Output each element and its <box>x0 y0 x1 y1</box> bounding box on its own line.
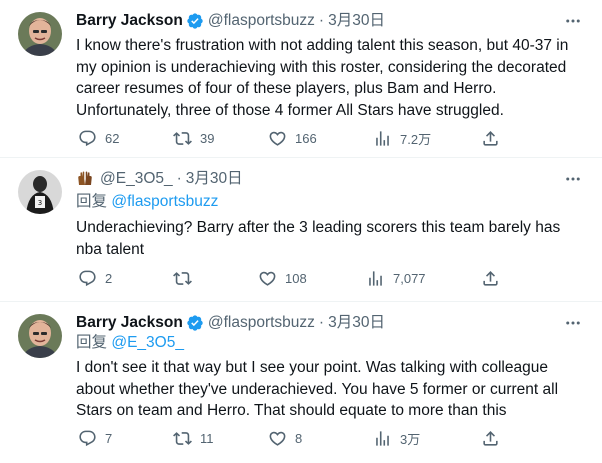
timestamp[interactable]: 3月30日 <box>328 313 385 333</box>
more-options-button[interactable] <box>562 10 584 32</box>
tweet-text: I don't see it that way but I see your p… <box>76 359 559 419</box>
svg-text:3: 3 <box>38 199 42 207</box>
reply-icon <box>79 270 96 286</box>
avatar[interactable] <box>18 314 62 358</box>
reply-button[interactable]: 62 <box>78 126 119 150</box>
avatar[interactable] <box>18 12 62 56</box>
tweet-header: @E_3O5_ · 3月30日 <box>76 169 243 189</box>
reply-mention-link[interactable]: @flasportsbuzz <box>111 193 218 210</box>
author-handle[interactable]: @flasportsbuzz <box>208 313 315 333</box>
like-count: 108 <box>285 270 307 286</box>
views-count: 7.2万 <box>400 131 432 147</box>
reply-icon <box>79 130 96 146</box>
reply-count: 7 <box>105 430 113 446</box>
timestamp[interactable]: 3月30日 <box>328 11 385 31</box>
retweet-count: 39 <box>200 130 215 146</box>
views-count: 3万 <box>400 431 421 447</box>
separator-dot: · <box>176 170 182 187</box>
retweet-button[interactable] <box>173 266 200 290</box>
share-button[interactable] <box>481 126 500 150</box>
views-count: 7,077 <box>393 270 426 286</box>
retweet-icon <box>173 131 192 145</box>
tweet[interactable]: Barry Jackson @flasportsbuzz · 3月30日 回复 … <box>0 302 602 463</box>
avatar[interactable]: 3 <box>18 170 62 214</box>
separator-dot: · <box>318 314 325 331</box>
share-icon <box>483 130 498 146</box>
tweet-text: I know there's frustration with not addi… <box>76 37 569 119</box>
reply-button[interactable]: 7 <box>78 426 112 450</box>
share-icon <box>483 270 498 286</box>
author-handle[interactable]: @E_3O5_ <box>100 169 173 189</box>
retweet-button[interactable]: 11 <box>173 426 214 450</box>
heart-icon <box>269 431 286 446</box>
verified-badge-icon <box>187 13 203 29</box>
retweet-count: 11 <box>200 430 214 446</box>
tweet-actions: 2 108 7,077 <box>68 266 518 290</box>
tweet-text: Underachieving? Barry after the 3 leadin… <box>76 219 561 258</box>
reply-prefix: 回复 <box>76 334 108 351</box>
tweet[interactable]: Barry Jackson @flasportsbuzz · 3月30日 I k… <box>0 0 602 158</box>
replying-to: 回复 @flasportsbuzz <box>76 192 218 212</box>
retweet-icon <box>173 431 192 445</box>
raised-hands-emoji-icon <box>76 170 94 188</box>
more-options-button[interactable] <box>562 168 584 190</box>
more-icon <box>566 19 580 23</box>
views-button[interactable]: 7,077 <box>366 266 426 290</box>
replying-to: 回复 @E_3O5_ <box>76 333 184 353</box>
analytics-icon <box>369 270 382 286</box>
author-name[interactable]: Barry Jackson <box>76 313 183 333</box>
tweet-actions: 62 39 166 7.2万 <box>68 126 518 150</box>
more-icon <box>566 177 580 181</box>
more-icon <box>566 321 580 325</box>
author-name[interactable]: Barry Jackson <box>76 11 183 31</box>
reply-icon <box>79 430 96 446</box>
like-button[interactable]: 108 <box>258 266 307 290</box>
share-icon <box>483 430 498 446</box>
like-button[interactable]: 8 <box>268 426 302 450</box>
analytics-icon <box>376 430 389 446</box>
heart-icon <box>259 271 276 286</box>
author-handle[interactable]: @flasportsbuzz <box>208 11 315 31</box>
analytics-icon <box>376 130 389 146</box>
share-button[interactable] <box>481 426 500 450</box>
retweet-button[interactable]: 39 <box>173 126 214 150</box>
more-options-button[interactable] <box>562 312 584 334</box>
like-button[interactable]: 166 <box>268 126 317 150</box>
views-button[interactable]: 3万 <box>373 426 420 450</box>
tweet-actions: 7 11 8 3万 <box>68 426 518 450</box>
reply-count: 2 <box>105 270 113 286</box>
reply-button[interactable]: 2 <box>78 266 112 290</box>
heart-icon <box>269 131 286 146</box>
like-count: 8 <box>295 430 303 446</box>
reply-mention-link[interactable]: @E_3O5_ <box>111 334 184 351</box>
tweet-header: Barry Jackson @flasportsbuzz · 3月30日 <box>76 313 385 333</box>
verified-badge-icon <box>187 315 203 331</box>
reply-count: 62 <box>105 130 120 146</box>
timestamp[interactable]: 3月30日 <box>186 169 243 189</box>
share-button[interactable] <box>481 266 500 290</box>
tweet-header: Barry Jackson @flasportsbuzz · 3月30日 <box>76 11 385 31</box>
like-count: 166 <box>295 130 317 146</box>
views-button[interactable]: 7.2万 <box>373 126 431 150</box>
tweet[interactable]: 3 @E_3O5_ · 3月30日 回复 @flasportsbuzz Unde… <box>0 158 602 302</box>
reply-prefix: 回复 <box>76 193 108 210</box>
retweet-icon <box>173 271 192 285</box>
separator-dot: · <box>318 12 325 29</box>
